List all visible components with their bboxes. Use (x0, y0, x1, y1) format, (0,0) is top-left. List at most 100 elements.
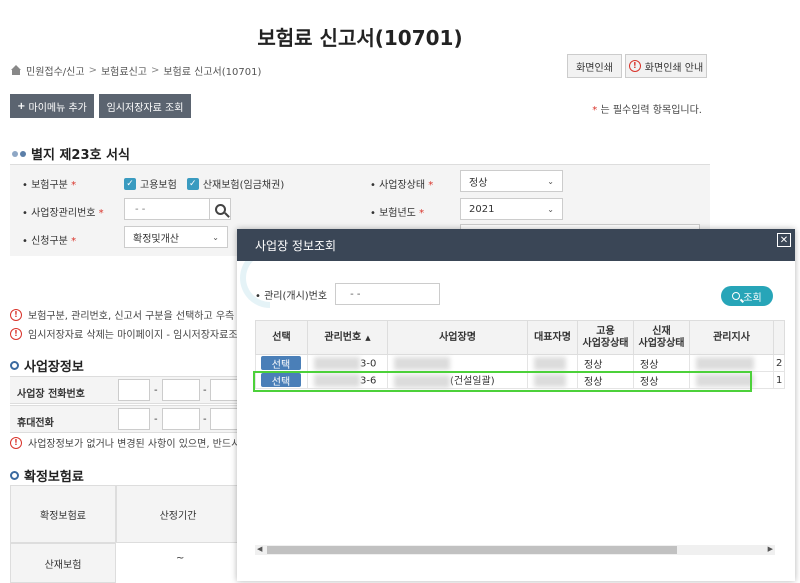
print-button[interactable]: 화면인쇄 (567, 54, 622, 78)
branch-cell (689, 354, 774, 372)
chevron-down-icon: ⌄ (212, 232, 219, 242)
select-row-button[interactable]: 선택 (261, 356, 301, 371)
col-emp-status: 고용 사업장상태 (577, 320, 634, 355)
business-name-cell: (건설일괄) (387, 371, 528, 389)
ind-status-cell: 정상 (633, 354, 690, 372)
col-select: 선택 (255, 320, 308, 355)
breadcrumb-separator: > (88, 65, 97, 76)
mgmt-no-search-input[interactable]: - - (335, 283, 441, 305)
mobile-part3-input[interactable] (210, 408, 240, 430)
scrollbar-thumb[interactable] (267, 546, 677, 554)
branch-cell (689, 371, 774, 389)
business-table: 선택 관리번호 ▲ 사업장명 대표자명 고용 사업장상태 신재 사업장상태 관리지… (255, 320, 786, 389)
required-note: * 는 필수입력 항목입니다. (592, 105, 702, 116)
bullet-circle-icon (10, 471, 19, 480)
mobile-part1-input[interactable] (118, 408, 150, 430)
breadcrumb-separator: > (150, 65, 160, 76)
bullet-dots-icon (12, 150, 26, 157)
business-info-title: 사업장정보 (10, 356, 84, 375)
my-menu-label: 마이메뉴 추가 (28, 102, 87, 114)
scroll-right-icon[interactable]: ▶ (768, 545, 773, 553)
modal-header: 사업장 정보조회 ✕ (237, 229, 795, 261)
phone-part1-input[interactable] (118, 379, 150, 401)
business-lookup-modal: 사업장 정보조회 ✕ • 관리(개시)번호 - - 조회 선택 관리번호 ▲ 사업… (237, 229, 795, 581)
print-button-label: 화면인쇄 (576, 62, 613, 74)
phone-part3-input[interactable] (210, 379, 240, 401)
breadcrumb-item-1[interactable]: 민원접수/신고 (26, 63, 85, 78)
modal-search-row: • 관리(개시)번호 - - (255, 283, 441, 305)
alert-icon: ! (628, 60, 641, 72)
table-row: 선택 3-6 (건설일괄) 정상 정상 1 (255, 371, 786, 389)
select-row-button[interactable]: 선택 (261, 373, 301, 388)
col-mgmt-no[interactable]: 관리번호 ▲ (307, 320, 388, 355)
bullet-circle-icon (10, 361, 19, 370)
warning-line-2: ! 임시저장자료 삭제는 마이페이지 - 임시저장자료조 (10, 326, 238, 341)
print-guide-label: 화면인쇄 안내 (644, 62, 704, 74)
dash: - (203, 414, 207, 425)
premium-col2-header: 산정기간 (116, 485, 240, 543)
mgmt-no-search-button[interactable] (209, 198, 231, 220)
mgmt-no-cell: 3-6 (307, 371, 388, 389)
insurance-type-options: ✓ 고용보험 ✓ 산재보험(임금채권) (124, 176, 284, 191)
representative-cell (527, 371, 578, 389)
report-type-select[interactable]: 확정및개산 ⌄ (124, 226, 228, 248)
form-section-title: 별지 제23호 서식 (12, 144, 130, 163)
breadcrumb-item-2[interactable]: 보험료신고 (101, 63, 147, 78)
period-tilde: ~ (176, 553, 185, 564)
breadcrumb-item-3: 보험료 신고서(10701) (163, 67, 262, 78)
plus-icon: + (17, 100, 26, 112)
col-overflow (772, 320, 786, 355)
my-menu-add-button[interactable]: + 마이메뉴 추가 (10, 94, 94, 118)
scroll-left-icon[interactable]: ◀ (257, 545, 262, 553)
close-icon[interactable]: ✕ (777, 233, 791, 247)
dash: - (154, 385, 158, 396)
report-type-label: • 신청구분 * (22, 236, 77, 247)
temp-data-button[interactable]: 임시저장자료 조회 (99, 94, 191, 118)
business-status-label: • 사업장상태 * (370, 180, 434, 191)
business-info-warning: ! 사업장정보가 없거나 변경된 사항이 있으면, 반드시 (10, 435, 240, 450)
phone-label: 사업장 전화번호 (17, 389, 85, 400)
col-ind-status: 신재 사업장상태 (633, 320, 690, 355)
horizontal-scrollbar[interactable]: ◀ ▶ (255, 545, 775, 555)
phone-part2-input[interactable] (162, 379, 200, 401)
alert-icon: ! (10, 327, 22, 340)
overflow-cell: 2 (772, 354, 786, 372)
dash: - (203, 385, 207, 396)
table-row: 선택 3-0 정상 정상 2 (255, 354, 786, 372)
alert-icon: ! (10, 308, 22, 321)
breadcrumb: 민원접수/신고 > 보험료신고 > 보험료 신고서(10701) (10, 63, 261, 78)
year-select[interactable]: 2021 ⌄ (460, 198, 563, 220)
mobile-label: 휴대전화 (17, 418, 54, 429)
industrial-insurance-checkbox[interactable]: ✓ (186, 177, 199, 190)
temp-data-label: 임시저장자료 조회 (106, 102, 184, 114)
search-label: • 관리(개시)번호 (255, 290, 328, 302)
lookup-button-label: 조회 (743, 292, 762, 304)
overflow-cell: 1 (772, 371, 786, 389)
insurance-type-label: • 보험구분 * (22, 180, 77, 191)
chevron-down-icon: ⌄ (547, 176, 554, 186)
search-icon (732, 292, 741, 300)
emp-status-cell: 정상 (577, 371, 634, 389)
lookup-button[interactable]: 조회 (721, 286, 773, 306)
mgmt-no-label: • 사업장관리번호 * (22, 208, 104, 219)
premium-row-label: 산재보험 (10, 543, 116, 583)
year-label: • 보험년도 * (370, 208, 425, 219)
home-icon[interactable] (10, 65, 22, 76)
warning-line-1: ! 보험구분, 관리번호, 신고서 구분을 선택하고 우측 조 (10, 307, 247, 322)
business-status-select[interactable]: 정상 ⌄ (460, 170, 563, 192)
premium-title: 확정보험료 (10, 466, 84, 485)
mgmt-no-cell: 3-0 (307, 354, 388, 372)
industrial-insurance-label: 산재보험(임금채권) (202, 180, 285, 191)
employment-insurance-checkbox[interactable]: ✓ (124, 177, 136, 190)
col-business-name: 사업장명 (387, 320, 528, 355)
business-name-cell (387, 354, 528, 372)
col-branch: 관리지사 (689, 320, 774, 355)
col-representative: 대표자명 (527, 320, 578, 355)
alert-icon: ! (10, 436, 22, 449)
emp-status-cell: 정상 (577, 354, 634, 372)
sort-up-icon[interactable]: ▲ (365, 334, 370, 342)
print-guide-button[interactable]: ! 화면인쇄 안내 (625, 54, 707, 78)
mobile-part2-input[interactable] (162, 408, 200, 430)
employment-insurance-label: 고용보험 (140, 180, 177, 191)
mgmt-no-input[interactable]: - - (124, 198, 210, 220)
